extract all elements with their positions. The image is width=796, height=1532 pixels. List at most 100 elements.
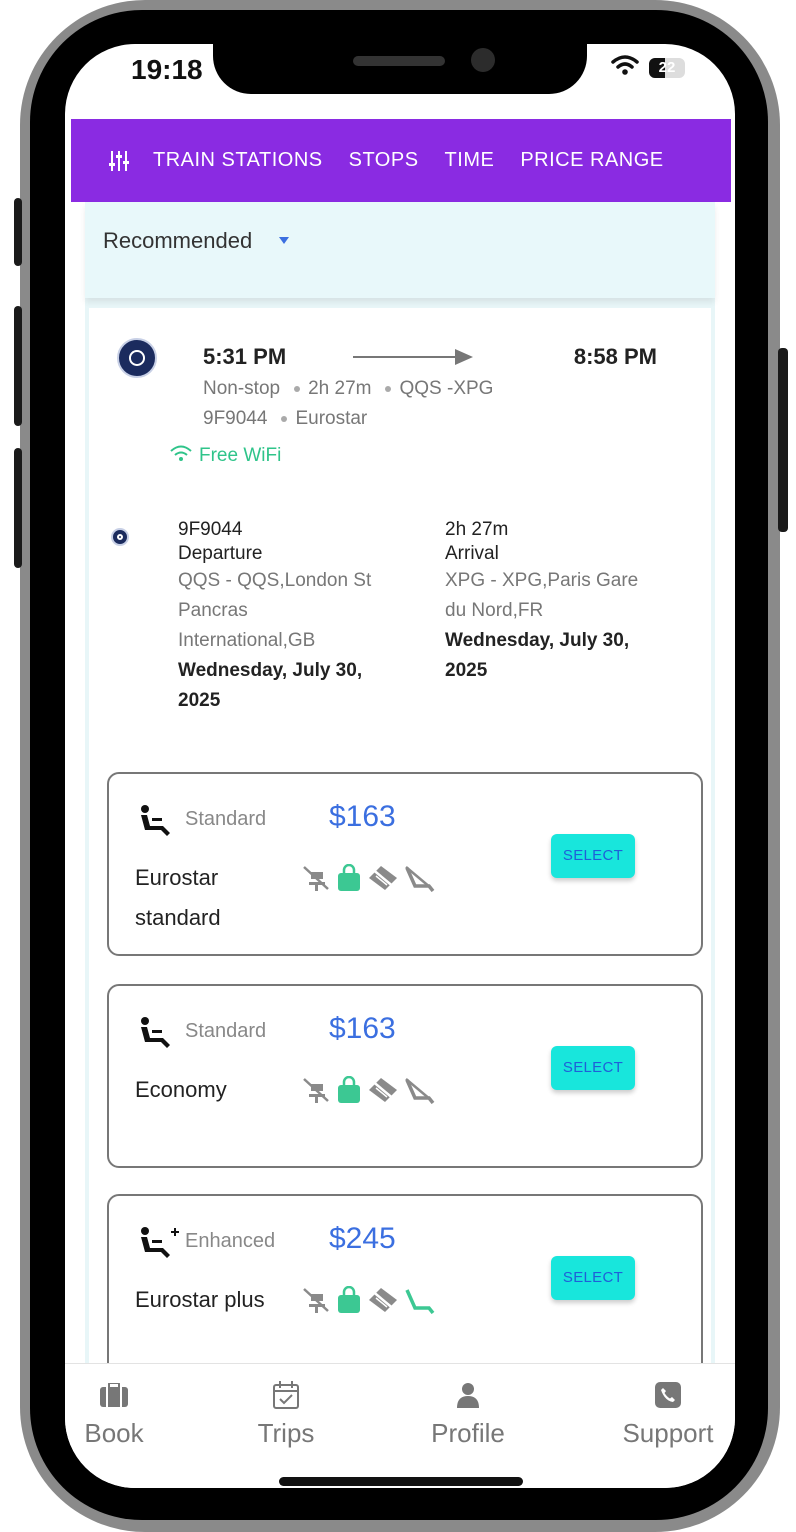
status-icons: 22 <box>611 54 685 81</box>
segment-train-number: 9F9044 <box>178 519 243 540</box>
separator-dot <box>294 386 301 392</box>
separator-dot <box>281 416 288 422</box>
arrival-label: Arrival <box>445 543 499 564</box>
tab-support[interactable]: Support <box>613 1380 723 1449</box>
status-time: 19:18 <box>131 54 203 85</box>
filter-train-stations[interactable]: TRAIN STATIONS <box>153 149 323 172</box>
arrival-column: 2h 27m Arrival XPG - XPG,Paris Gare du N… <box>445 518 645 686</box>
notch <box>213 44 587 94</box>
departure-column: 9F9044 Departure QQS - QQS,London St Pan… <box>178 518 378 716</box>
no-reclining-seat-icon <box>403 864 435 897</box>
seat-icon <box>137 804 175 843</box>
departure-time: 5:31 PM <box>203 344 287 369</box>
trip-route: QQS -XPG <box>399 378 494 399</box>
battery-level: 22 <box>658 58 676 76</box>
filter-price-range[interactable]: PRICE RANGE <box>520 149 663 172</box>
segment-logo-icon <box>111 528 129 546</box>
no-ticket-icon <box>367 1286 399 1319</box>
departure-label: Departure <box>178 543 263 564</box>
person-icon <box>423 1380 513 1410</box>
tab-profile[interactable]: Profile <box>423 1380 513 1449</box>
operator-logo-icon <box>117 338 157 378</box>
results-content: Recommended 5:31 PM 8:58 PM Non-stop 2h … <box>85 202 715 1378</box>
no-reclining-seat-icon <box>403 1076 435 1109</box>
trip-meta-line-1: Non-stop 2h 27m QQS -XPG <box>203 378 493 400</box>
bag-icon <box>335 1075 363 1109</box>
seat-plus-icon <box>137 1226 181 1265</box>
arrival-station: XPG - XPG,Paris Gare du Nord,FR <box>445 570 639 621</box>
bottom-tab-bar: Book Trips Profile Support <box>65 1363 735 1488</box>
volume-up-button <box>14 306 22 426</box>
sort-dropdown[interactable]: Recommended <box>103 228 252 254</box>
tab-profile-label: Profile <box>431 1418 505 1448</box>
arrow-head <box>455 349 473 365</box>
departure-station: QQS - QQS,London St Pancras Internationa… <box>178 570 372 651</box>
briefcase-icon <box>79 1380 149 1410</box>
filter-stops[interactable]: STOPS <box>349 149 419 172</box>
fare-amenities <box>301 1285 435 1319</box>
fare-class: Standard <box>185 1020 267 1042</box>
tab-book[interactable]: Book <box>79 1380 149 1449</box>
wifi-signal-icon <box>611 54 639 81</box>
separator-dot <box>385 386 392 392</box>
select-button[interactable]: SELECT <box>551 834 635 878</box>
wifi-label: Free WiFi <box>199 445 282 466</box>
calendar-check-icon <box>251 1380 321 1410</box>
trip-meta-line-2: 9F9044 Eurostar <box>203 408 367 430</box>
power-button <box>778 348 788 532</box>
seat-icon <box>137 1016 175 1055</box>
wifi-icon <box>169 444 193 468</box>
filter-tune-icon[interactable] <box>109 150 129 172</box>
no-meal-icon <box>301 1286 331 1319</box>
fare-option[interactable]: Standard $163 Eurostar standard SELECT <box>107 772 703 956</box>
tab-trips[interactable]: Trips <box>251 1380 321 1449</box>
camera <box>471 48 495 72</box>
trip-stops: Non-stop <box>203 378 281 399</box>
app-screen: 19:18 22 TRAIN STATIONS STOPS TIME PRICE… <box>65 44 735 1488</box>
select-button[interactable]: SELECT <box>551 1046 635 1090</box>
select-button[interactable]: SELECT <box>551 1256 635 1300</box>
segment-duration: 2h 27m <box>445 519 509 540</box>
home-indicator <box>279 1477 523 1486</box>
caret-down-icon[interactable] <box>279 237 289 244</box>
fare-class: Enhanced <box>185 1230 276 1252</box>
sort-bar: Recommended <box>85 202 715 298</box>
fare-price: $245 <box>329 1222 396 1255</box>
fare-class: Standard <box>185 808 267 830</box>
speaker <box>353 56 445 66</box>
train-number: 9F9044 <box>203 408 268 429</box>
no-meal-icon <box>301 864 331 897</box>
fare-name: Eurostar standard <box>135 865 221 930</box>
fare-price: $163 <box>329 800 396 833</box>
arrow-right-icon <box>353 356 457 358</box>
tab-support-label: Support <box>622 1418 714 1448</box>
bag-icon <box>335 1285 363 1319</box>
departure-date: Wednesday, July 30, 2025 <box>178 660 363 711</box>
arrival-time: 8:58 PM <box>573 344 657 369</box>
fare-amenities <box>301 863 435 897</box>
fare-amenities <box>301 1075 435 1109</box>
tab-trips-label: Trips <box>257 1418 315 1448</box>
bag-icon <box>335 863 363 897</box>
no-ticket-icon <box>367 864 399 897</box>
amenity-wifi: Free WiFi <box>169 444 281 468</box>
filter-time[interactable]: TIME <box>445 149 495 172</box>
no-meal-icon <box>301 1076 331 1109</box>
volume-down-button <box>14 448 22 568</box>
operator-name: Eurostar <box>295 408 368 429</box>
mute-switch <box>14 198 22 266</box>
trip-duration: 2h 27m <box>308 378 372 399</box>
filter-bar: TRAIN STATIONS STOPS TIME PRICE RANGE <box>71 119 731 202</box>
reclining-seat-icon <box>403 1286 435 1319</box>
fare-name: Economy <box>135 1077 227 1102</box>
fare-option[interactable]: Enhanced $245 Eurostar plus SELECT <box>107 1194 703 1378</box>
no-ticket-icon <box>367 1076 399 1109</box>
fare-name: Eurostar plus <box>135 1287 265 1312</box>
fare-option[interactable]: Standard $163 Economy SELECT <box>107 984 703 1168</box>
trip-card: 5:31 PM 8:58 PM Non-stop 2h 27m QQS -XPG… <box>89 308 711 1378</box>
tab-book-label: Book <box>84 1418 144 1448</box>
arrival-date: Wednesday, July 30, 2025 <box>445 630 630 681</box>
phone-icon <box>613 1380 723 1410</box>
battery-icon: 22 <box>649 57 685 78</box>
fare-price: $163 <box>329 1012 396 1045</box>
